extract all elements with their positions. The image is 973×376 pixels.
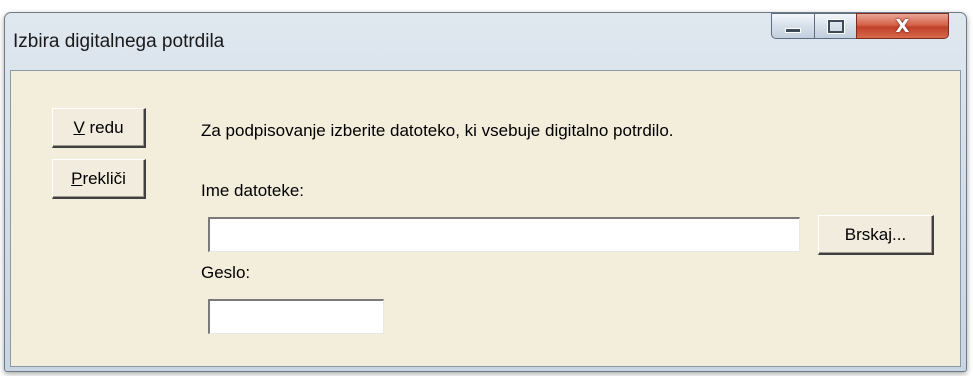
- minimize-button[interactable]: [771, 13, 815, 39]
- close-button[interactable]: X: [856, 13, 949, 39]
- maximize-icon: [827, 19, 844, 33]
- filename-input[interactable]: [208, 217, 800, 252]
- cancel-button-label: rekliči: [82, 168, 126, 188]
- ok-button-label: redu: [84, 117, 124, 137]
- dialog-window: Izbira digitalnega potrdila X V redu Pre…: [4, 12, 967, 372]
- cancel-button-mnemonic: P: [71, 168, 83, 188]
- window-title: Izbira digitalnega potrdila: [13, 31, 225, 52]
- filename-label: Ime datoteke:: [201, 181, 305, 200]
- maximize-button[interactable]: [814, 13, 857, 39]
- password-label: Geslo:: [201, 263, 251, 282]
- title-bar[interactable]: Izbira digitalnega potrdila X: [5, 13, 966, 75]
- ok-button-mnemonic: V: [73, 117, 85, 137]
- password-input[interactable]: [208, 299, 384, 334]
- ok-button[interactable]: V redu: [52, 108, 146, 148]
- browse-button[interactable]: Brskaj...: [818, 215, 934, 255]
- cancel-button[interactable]: Prekliči: [52, 159, 146, 199]
- close-icon: X: [895, 15, 910, 37]
- dialog-body: V redu Prekliči Za podpisovanje izberite…: [10, 70, 961, 367]
- instruction-text: Za podpisovanje izberite datoteko, ki vs…: [201, 121, 674, 140]
- minimize-icon: [785, 27, 801, 33]
